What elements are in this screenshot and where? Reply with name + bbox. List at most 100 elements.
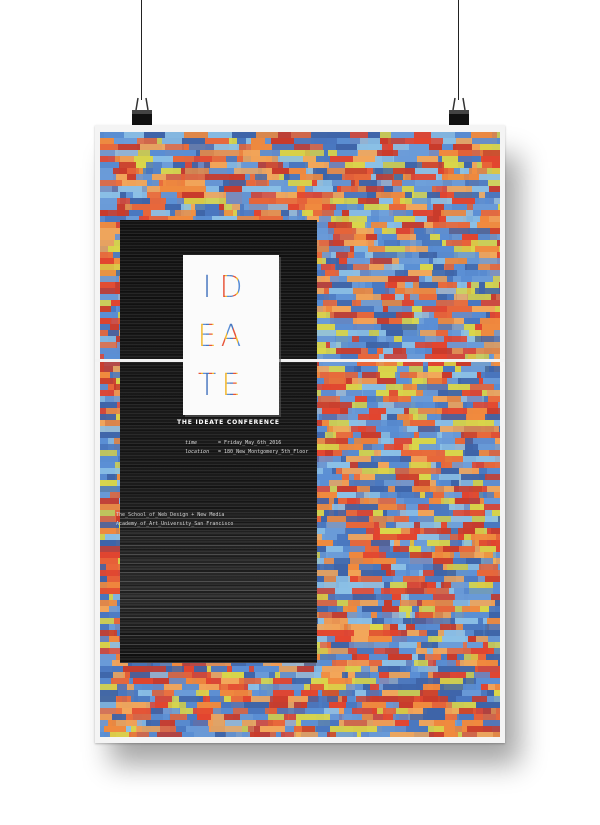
mosaic-block	[474, 552, 484, 558]
mosaic-block	[468, 636, 476, 642]
mosaic-block	[339, 444, 363, 450]
mosaic-block	[335, 636, 351, 642]
location-value: = 180_New_Montgomery_5th_Floor	[218, 449, 309, 455]
mosaic-block	[338, 570, 348, 576]
mosaic-block	[278, 132, 291, 138]
mosaic-block	[211, 714, 224, 720]
mosaic-block	[414, 540, 427, 546]
mosaic-block	[346, 378, 352, 384]
mosaic-block	[442, 144, 453, 150]
mosaic-block	[110, 324, 119, 330]
mosaic-block	[478, 576, 485, 582]
mosaic-block	[458, 252, 479, 258]
mosaic-block	[242, 720, 256, 726]
mosaic-block	[108, 384, 114, 390]
mosaic-block	[328, 594, 353, 600]
mosaic-block	[423, 564, 433, 570]
mosaic-block	[462, 492, 479, 498]
mosaic-block	[466, 174, 479, 180]
mosaic-block	[281, 210, 289, 216]
mosaic-block	[233, 708, 248, 714]
mosaic-block	[242, 726, 248, 732]
mosaic-block	[482, 486, 487, 492]
mosaic-block	[319, 696, 327, 702]
mosaic-block	[100, 222, 116, 228]
mosaic-block	[429, 498, 441, 504]
mosaic-block	[199, 684, 206, 690]
mosaic-block	[403, 618, 411, 624]
mosaic-block	[334, 228, 356, 234]
mosaic-block	[302, 210, 313, 216]
mosaic-block	[395, 486, 412, 492]
mosaic-block	[100, 288, 121, 294]
mosaic-block	[484, 342, 500, 348]
mosaic-block	[482, 162, 492, 168]
mosaic-block	[357, 204, 364, 210]
mosaic-block	[400, 600, 417, 606]
logo-letter	[243, 371, 267, 401]
mosaic-block	[488, 684, 495, 690]
mosaic-block	[458, 534, 464, 540]
mosaic-block	[343, 606, 357, 612]
mosaic-block	[368, 240, 374, 246]
mosaic-block	[224, 696, 231, 702]
mosaic-block	[339, 270, 360, 276]
mosaic-block	[349, 420, 366, 426]
mosaic-block	[486, 654, 493, 660]
mosaic-block	[409, 444, 419, 450]
mosaic-block	[100, 528, 116, 534]
mosaic-block	[425, 336, 444, 342]
mosaic-block	[414, 732, 429, 737]
mosaic-block	[493, 558, 500, 564]
mosaic-block	[294, 732, 318, 737]
mosaic-block	[436, 582, 441, 588]
mosaic-block	[447, 396, 461, 402]
mosaic-block	[336, 654, 352, 660]
mosaic-block	[359, 450, 374, 456]
mosaic-block	[383, 348, 393, 354]
mosaic-block	[472, 138, 492, 144]
mosaic-block	[407, 426, 418, 432]
mosaic-block	[326, 258, 339, 264]
mosaic-block	[464, 162, 472, 168]
mosaic-block	[326, 522, 346, 528]
mosaic-block	[170, 714, 187, 720]
mosaic-block	[147, 192, 161, 198]
mosaic-block	[402, 222, 424, 228]
mosaic-block	[180, 708, 193, 714]
mosaic-block	[256, 720, 273, 726]
mosaic-block	[374, 240, 378, 246]
mosaic-block	[464, 504, 470, 510]
mosaic-block	[378, 504, 397, 510]
mosaic-block	[373, 252, 397, 258]
mosaic-block	[397, 234, 410, 240]
mosaic-block	[236, 732, 250, 737]
mosaic-block	[446, 240, 471, 246]
mosaic-block	[122, 696, 131, 702]
mosaic-block	[269, 672, 275, 678]
mosaic-block	[346, 522, 369, 528]
mosaic-block	[378, 402, 394, 408]
mosaic-block	[349, 480, 373, 486]
time-value: = Friday_May_6th_2016	[218, 440, 282, 446]
mosaic-block	[160, 726, 176, 732]
mosaic-block	[281, 186, 297, 192]
mosaic-block	[318, 732, 327, 737]
mosaic-block	[494, 648, 500, 654]
mosaic-block	[359, 336, 377, 342]
mosaic-block	[378, 600, 384, 606]
mosaic-block	[439, 150, 458, 156]
mosaic-block	[260, 726, 285, 732]
mosaic-block	[165, 204, 181, 210]
mosaic-block	[468, 312, 486, 318]
mosaic-block	[464, 588, 487, 594]
mosaic-block	[357, 732, 361, 737]
mosaic-block	[450, 540, 462, 546]
mosaic-block	[458, 378, 479, 384]
mosaic-block	[303, 156, 307, 162]
mosaic-block	[205, 174, 229, 180]
mosaic-block	[472, 516, 485, 522]
mosaic-block	[384, 600, 392, 606]
mosaic-block	[411, 174, 436, 180]
mosaic-block	[272, 144, 287, 150]
